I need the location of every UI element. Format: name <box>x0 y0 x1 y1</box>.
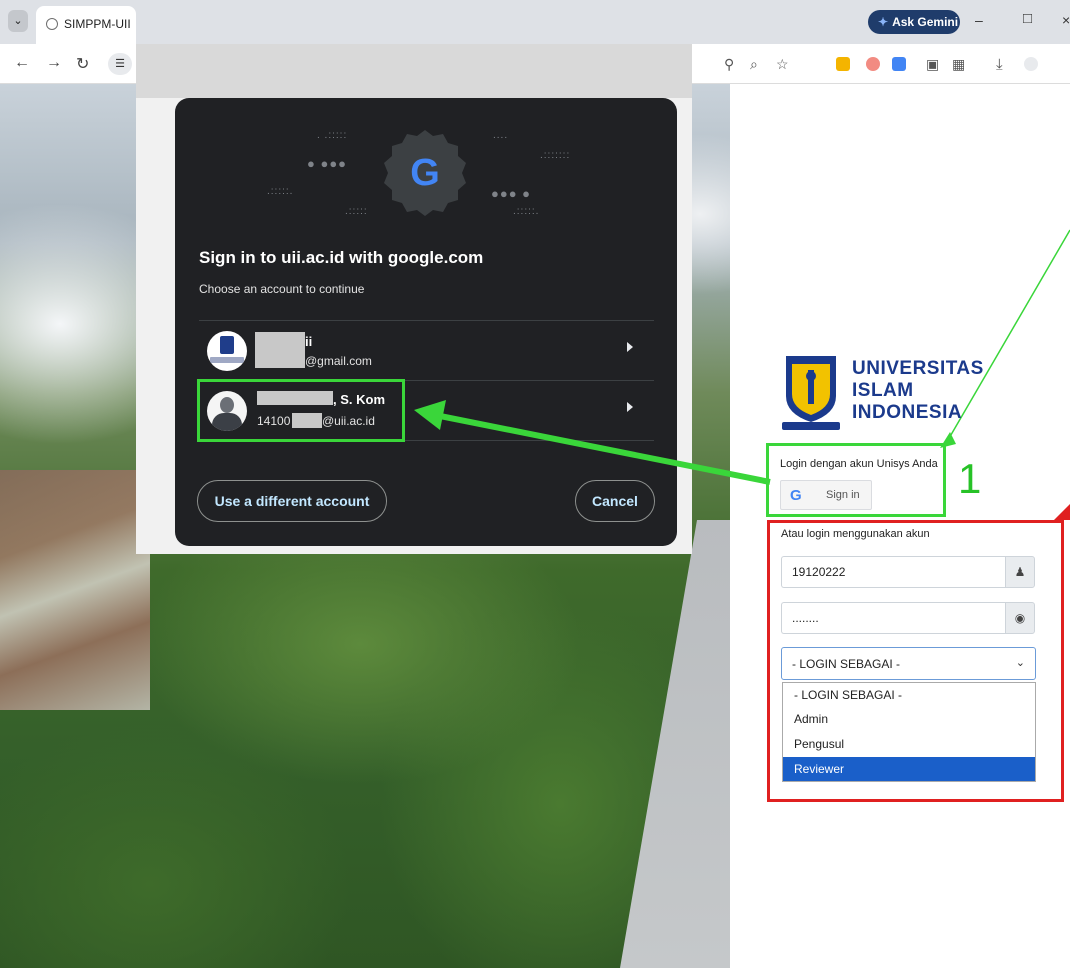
uii-logo-emblem-icon <box>786 356 836 422</box>
role-option-default[interactable]: - LOGIN SEBAGAI - <box>783 683 1035 707</box>
role-option-reviewer[interactable]: Reviewer <box>783 757 1035 781</box>
green-thin-pointer-line <box>947 229 1070 441</box>
logo-line-1: UNIVERSITAS <box>852 358 984 379</box>
logo-line-2: ISLAM <box>852 380 914 401</box>
google-g-icon: G <box>790 487 802 504</box>
green-thick-arrowhead <box>414 400 446 430</box>
green-thick-arrow-line <box>439 413 771 485</box>
unisys-login-label: Login dengan akun Unisys Anda <box>780 458 938 470</box>
chevron-down-icon: ⌄ <box>1015 657 1025 669</box>
user-icon: ♟ <box>1005 556 1035 588</box>
annotation-arrows <box>414 229 1070 520</box>
google-signin-label: Sign in <box>826 489 860 501</box>
logo-line-3: INDONESIA <box>852 402 963 423</box>
red-corner-marker <box>1054 504 1070 520</box>
role-option-pengusul[interactable]: Pengusul <box>783 732 1035 756</box>
password-input[interactable] <box>781 602 1005 634</box>
google-signin-button[interactable]: G Sign in <box>780 480 872 510</box>
role-option-admin[interactable]: Admin <box>783 707 1035 731</box>
username-input[interactable] <box>781 556 1005 588</box>
green-thin-arrowhead <box>940 432 956 448</box>
logo-arabic-strip <box>782 422 840 430</box>
selected-role: - LOGIN SEBAGAI - <box>792 657 901 671</box>
role-options-list: - LOGIN SEBAGAI - Admin Pengusul Reviewe… <box>782 682 1036 782</box>
lock-icon: ◉ <box>1005 602 1035 634</box>
login-role-select[interactable]: - LOGIN SEBAGAI - ⌄ <box>781 647 1036 680</box>
alternative-login-label: Atau login menggunakan akun <box>781 528 930 540</box>
